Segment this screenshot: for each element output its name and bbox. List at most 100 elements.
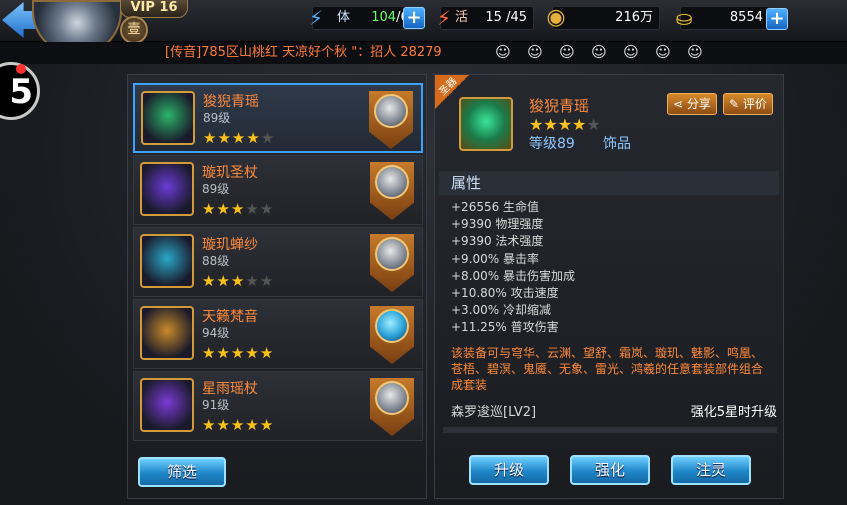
star-icon: ★ (202, 272, 217, 290)
star-icon: ★ (557, 115, 573, 134)
star-icon: ★ (259, 344, 275, 362)
star-icon: ★ (529, 115, 544, 134)
item-stars: ★★★★★ (203, 129, 275, 147)
attribute-line: +8.00% 暴击伤害加成 (451, 268, 575, 283)
star-icon: ★ (202, 200, 217, 218)
owner-hero-badge[interactable] (370, 306, 414, 364)
star-icon: ★ (216, 272, 231, 290)
rate-button[interactable]: ✎ 评价 (723, 93, 773, 115)
equipment-list-item[interactable]: 狻猊青瑶 89级 ★★★★★ (133, 83, 423, 153)
item-name: 璇玑蝉纱 (202, 237, 258, 253)
item-stars: ★★★★★ (202, 272, 274, 290)
corner-tag-text: 圣器 (437, 75, 460, 98)
star-icon: ★ (260, 129, 276, 147)
item-stars: ★★★★★ (202, 416, 274, 434)
equipment-name: 狻猊青瑶 (529, 97, 590, 115)
item-level: 94级 (202, 326, 230, 340)
equipment-list-item[interactable]: 璇玑蝉纱 88级 ★★★★★ (133, 227, 423, 297)
item-level: 88级 (202, 254, 230, 268)
smiley-icon: ☺ (559, 43, 575, 61)
corner-tag: 圣器 (435, 75, 469, 109)
enhance-button[interactable]: 强化 (570, 455, 650, 485)
set-upgrade-note: 强化5星时升级 (690, 405, 777, 420)
share-button[interactable]: ⋖ 分享 (667, 93, 717, 115)
ingot-value: 8554 (729, 10, 763, 25)
broadcast-text: [传音]785区山桃红 天凉好个秋 "：招人 28279 (165, 45, 442, 60)
energy-value: 15 /45 (485, 10, 527, 25)
star-icon: ★ (246, 129, 261, 147)
item-level: 89级 (202, 182, 230, 196)
stamina-icon: ⚡ (308, 6, 324, 30)
equipment-thumb-icon (140, 378, 194, 432)
owner-hero-badge[interactable] (369, 91, 413, 149)
attributes-list: +26556 生命值 +9390 物理强度 +9390 法术强度 +9.00% 暴击率… (451, 199, 575, 337)
divider (443, 427, 777, 433)
coin-icon: ◉ (546, 5, 566, 30)
equipment-stars: ★★★★★ (529, 115, 601, 134)
share-label: 分享 (686, 97, 711, 111)
star-icon: ★ (245, 200, 260, 218)
equipment-detail-panel: 圣器 狻猊青瑶 ★★★★★ 等级89 饰品 ⋖ 分享 ✎ 评价 属性 +2655… (434, 74, 784, 499)
star-icon: ★ (543, 115, 558, 134)
smiley-icon: ☺ (495, 43, 511, 61)
attribute-line: +9.00% 暴击率 (451, 251, 539, 266)
item-name: 星雨瑶杖 (202, 381, 258, 397)
equipment-type: 饰品 (603, 136, 631, 152)
attribute-line: +9390 法术强度 (451, 234, 544, 249)
item-level: 89级 (203, 111, 231, 125)
coin-bar: ◉ 216万 (546, 5, 660, 30)
star-icon: ★ (572, 115, 587, 134)
star-icon: ★ (586, 115, 601, 134)
stamina-value: 104 (371, 10, 397, 25)
equipment-thumb-icon (140, 162, 194, 216)
ingot-bar: ⛀ 8554 (676, 6, 770, 30)
stamina-label: 体 (337, 10, 351, 25)
hero-portrait-icon (375, 381, 409, 415)
smiley-icon: ☺ (591, 43, 607, 61)
star-icon: ★ (230, 272, 246, 290)
star-icon: ★ (230, 344, 246, 362)
hero-portrait-icon (375, 237, 409, 271)
add-stamina-button[interactable]: + (403, 7, 425, 29)
equipment-thumb-icon (140, 306, 194, 360)
equipment-thumb-icon (141, 91, 195, 145)
hero-portrait-icon (375, 309, 409, 343)
filter-button[interactable]: 筛选 (138, 457, 226, 487)
equipment-thumb-icon (140, 234, 194, 288)
energy-bar: ⚡ 活 15 /45 (437, 6, 534, 30)
attribute-line: +11.25% 普攻伤害 (451, 320, 559, 335)
star-icon: ★ (216, 344, 231, 362)
hero-portrait-icon (374, 94, 408, 128)
star-icon: ★ (202, 344, 217, 362)
top-bar: VIP 16 壹 ⚡ 体 104/60 + ⚡ 活 15 /45 ◉ 216万 … (0, 0, 847, 56)
notification-dot (16, 64, 26, 74)
energy-icon: ⚡ (436, 6, 452, 30)
stamina-bar: ⚡ 体 104/60 + (309, 6, 425, 30)
smiley-icon: ☺ (655, 43, 671, 61)
item-stars: ★★★★★ (202, 200, 274, 218)
energy-label: 活 (455, 10, 469, 25)
attribute-line: +3.00% 冷却缩减 (451, 303, 551, 318)
star-icon: ★ (230, 416, 246, 434)
owner-hero-badge[interactable] (370, 162, 414, 220)
equipment-list-item[interactable]: 星雨瑶杖 91级 ★★★★★ (133, 371, 423, 441)
star-icon: ★ (259, 272, 275, 290)
item-level: 91级 (202, 398, 230, 412)
attributes-heading: 属性 (439, 171, 779, 195)
emoji-row: ☺ ☺ ☺ ☺ ☺ ☺ ☺ (492, 42, 716, 64)
owner-hero-badge[interactable] (370, 378, 414, 436)
star-icon: ★ (245, 272, 260, 290)
rate-label: 评价 (742, 97, 767, 111)
upgrade-button[interactable]: 升级 (469, 455, 549, 485)
equipment-list-item[interactable]: 天籁梵音 94级 ★★★★★ (133, 299, 423, 369)
infuse-button[interactable]: 注灵 (671, 455, 751, 485)
star-icon: ★ (245, 416, 260, 434)
equipment-list-item[interactable]: 璇玑圣杖 89级 ★★★★★ (133, 155, 423, 225)
add-ingot-button[interactable]: + (766, 8, 788, 30)
set-name: 森罗逡巡[LV2] (451, 405, 537, 420)
star-icon: ★ (231, 129, 247, 147)
item-stars: ★★★★★ (202, 344, 274, 362)
owner-hero-badge[interactable] (370, 234, 414, 292)
gold-ingot-icon: ⛀ (675, 6, 693, 30)
edit-icon: ✎ (729, 97, 743, 111)
